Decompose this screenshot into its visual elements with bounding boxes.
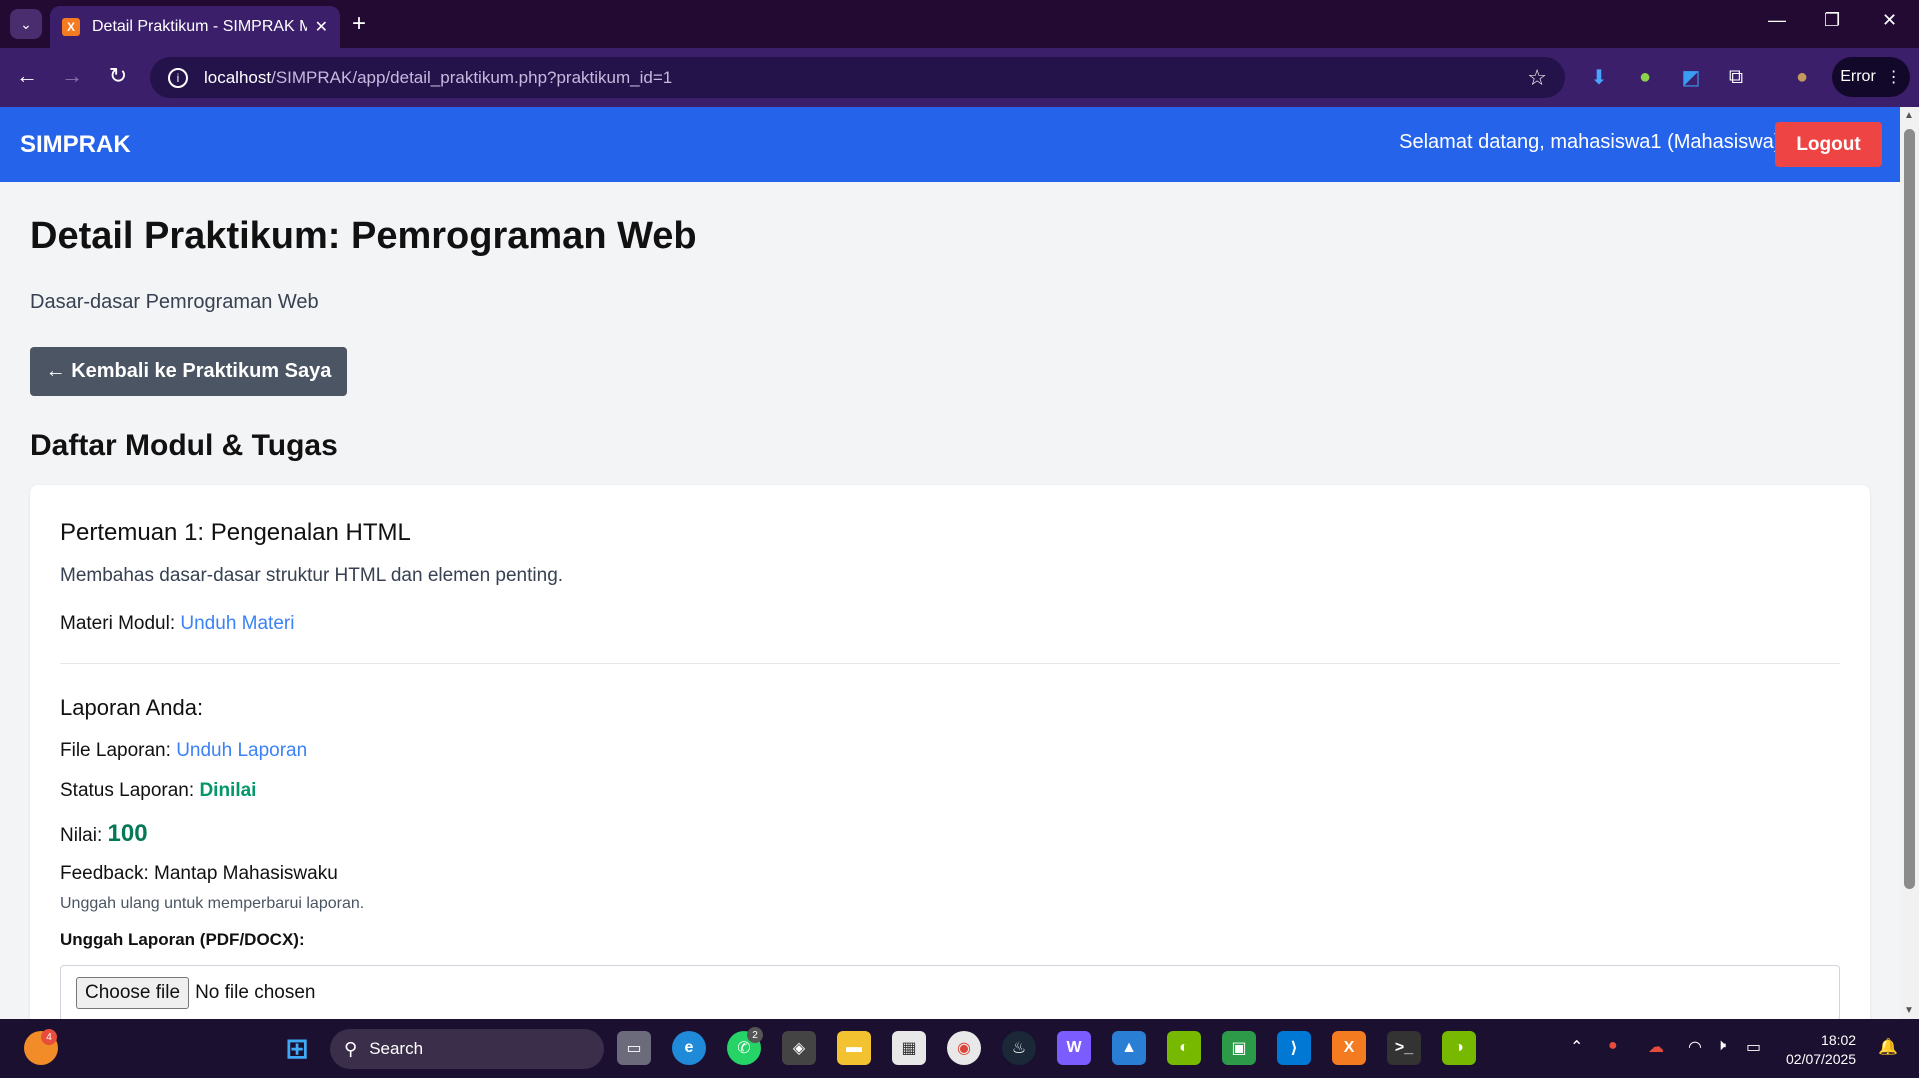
taskbar-clock[interactable]: 18:02 02/07/2025 — [1786, 1031, 1856, 1069]
volume-muted-icon[interactable]: 🕨 — [1716, 1037, 1726, 1055]
page-scrollbar[interactable]: ▲ ▼ — [1900, 107, 1919, 1019]
url-text: localhost/SIMPRAK/app/detail_praktikum.p… — [204, 67, 673, 87]
edge-browser-icon[interactable]: e — [672, 1031, 706, 1065]
extensions-puzzle-icon[interactable]: ⧉ — [1722, 63, 1750, 91]
address-bar[interactable]: i localhost/SIMPRAK/app/detail_praktikum… — [150, 57, 1565, 98]
windows-start-icon[interactable]: ⊞ — [280, 1031, 314, 1065]
divider — [60, 663, 1840, 664]
feedback-row: Feedback: Mantap Mahasiswaku — [60, 863, 338, 885]
extension-arrow-icon[interactable]: ◩ — [1677, 63, 1705, 91]
feedback-label: Feedback: — [60, 863, 149, 884]
minecraft-icon[interactable]: ▣ — [1222, 1031, 1256, 1065]
download-icon[interactable]: ⬇ — [1585, 63, 1613, 91]
nvidia-app-icon[interactable]: ◑ — [1442, 1031, 1476, 1065]
profile-error-button[interactable]: Error ⋮ — [1832, 57, 1910, 97]
back-to-praktikum-button[interactable]: ← Kembali ke Praktikum Saya — [30, 347, 347, 396]
materi-row: Materi Modul: Unduh Materi — [60, 613, 294, 635]
reload-icon[interactable]: ↻ — [103, 63, 133, 89]
whatsapp-badge: 2 — [747, 1027, 763, 1043]
choose-file-button[interactable]: Choose file — [76, 977, 190, 1009]
logout-button[interactable]: Logout — [1775, 122, 1882, 167]
site-navbar: SIMPRAK Selamat datang, mahasiswa1 (Maha… — [0, 107, 1900, 182]
vscode-icon[interactable]: ⟩ — [1277, 1031, 1311, 1065]
page-viewport: SIMPRAK Selamat datang, mahasiswa1 (Maha… — [0, 107, 1900, 1019]
windows-taskbar: 4 ⊞ ⚲ Search ▭ e ✆ 2 ◈ ▬ ▦ ◉ ♨ W ▲ ◐ ▣ ⟩… — [0, 1019, 1919, 1078]
notification-badge: 4 — [41, 1029, 57, 1045]
notification-bell-icon[interactable]: 🔔 — [1878, 1037, 1898, 1057]
task-view-icon[interactable]: ▭ — [617, 1031, 651, 1065]
taskbar-search[interactable]: ⚲ Search — [330, 1029, 604, 1069]
nilai-value: 100 — [107, 820, 148, 847]
status-row: Status Laporan: Dinilai — [60, 780, 256, 802]
report-heading: Laporan Anda: — [60, 695, 204, 720]
photos-icon[interactable]: ▲ — [1112, 1031, 1146, 1065]
tab-search-button[interactable]: ⌄ — [10, 9, 42, 39]
download-report-link[interactable]: Unduh Laporan — [176, 740, 307, 761]
welcome-text: Selamat datang, mahasiswa1 (Mahasiswa)! — [1399, 131, 1786, 153]
steam-icon[interactable]: ♨ — [1002, 1031, 1036, 1065]
upload-label: Unggah Laporan (PDF/DOCX): — [60, 930, 305, 949]
chevron-down-icon: ⌄ — [20, 15, 32, 32]
chrome-icon[interactable]: ◉ — [947, 1031, 981, 1065]
bookmark-star-icon[interactable]: ☆ — [1527, 65, 1547, 91]
no-file-text: No file chosen — [195, 982, 316, 1003]
feedback-value: Mantap Mahasiswaku — [154, 863, 338, 884]
onedrive-error-icon[interactable]: ☁ — [1648, 1037, 1664, 1057]
browser-tab-bar: ⌄ X Detail Praktikum - SIMPRAK Ma ✕ + — … — [0, 0, 1919, 48]
microsoft-store-icon[interactable]: ▦ — [892, 1031, 926, 1065]
site-brand[interactable]: SIMPRAK — [20, 131, 131, 159]
module-card: Pertemuan 1: Pengenalan HTML Membahas da… — [30, 485, 1870, 1019]
extension-google-icon[interactable]: ● — [1631, 63, 1659, 91]
file-explorer-icon[interactable]: ▬ — [837, 1031, 871, 1065]
nilai-label: Nilai: — [60, 825, 103, 846]
nilai-row: Nilai: 100 — [60, 820, 148, 848]
xampp-icon[interactable]: X — [1332, 1031, 1366, 1065]
show-hidden-icons[interactable]: ⌃ — [1570, 1037, 1583, 1057]
forward-arrow-icon[interactable]: → — [57, 63, 87, 89]
tray-app-icon[interactable]: ● — [1608, 1037, 1618, 1055]
profile-avatar[interactable]: ● — [1788, 63, 1816, 91]
status-label: Status Laporan: — [60, 780, 195, 801]
scroll-up-icon[interactable]: ▲ — [1904, 110, 1914, 121]
battery-icon[interactable]: ▭ — [1746, 1037, 1761, 1057]
nvidia-icon[interactable]: ◐ — [1167, 1031, 1201, 1065]
materi-label: Materi Modul: — [60, 613, 176, 634]
new-tab-button[interactable]: + — [352, 10, 366, 38]
browser-toolbar: ← → ↻ i localhost/SIMPRAK/app/detail_pra… — [0, 48, 1919, 107]
tab-close-icon[interactable]: ✕ — [315, 17, 328, 37]
site-info-icon[interactable]: i — [168, 67, 188, 88]
file-upload-input[interactable]: Choose file No file chosen — [60, 965, 1840, 1019]
scrollbar-thumb[interactable] — [1904, 129, 1915, 889]
page-title: Detail Praktikum: Pemrograman Web — [30, 215, 697, 257]
restore-icon[interactable]: ❐ — [1824, 10, 1840, 31]
scroll-down-icon[interactable]: ▼ — [1904, 1005, 1914, 1016]
download-materi-link[interactable]: Unduh Materi — [180, 613, 294, 634]
menu-kebab-icon: ⋮ — [1885, 69, 1902, 86]
file-report-label: File Laporan: — [60, 740, 171, 761]
window-close-icon[interactable]: ✕ — [1882, 10, 1897, 31]
unity-icon[interactable]: ◈ — [782, 1031, 816, 1065]
wattpad-icon[interactable]: W — [1057, 1031, 1091, 1065]
tab-title: Detail Praktikum - SIMPRAK Ma — [92, 18, 307, 35]
file-report-row: File Laporan: Unduh Laporan — [60, 740, 307, 762]
search-icon: ⚲ — [344, 1038, 358, 1059]
reupload-hint: Unggah ulang untuk memperbarui laporan. — [60, 895, 365, 912]
back-arrow-icon[interactable]: ← — [12, 63, 42, 89]
section-title: Daftar Modul & Tugas — [30, 429, 338, 462]
module-title: Pertemuan 1: Pengenalan HTML — [60, 519, 411, 546]
status-badge: Dinilai — [199, 780, 257, 801]
terminal-icon[interactable]: >_ — [1387, 1031, 1421, 1065]
minimize-icon[interactable]: — — [1768, 10, 1786, 31]
module-description: Membahas dasar-dasar struktur HTML dan e… — [60, 565, 564, 586]
xampp-favicon-icon: X — [62, 18, 80, 36]
browser-tab-active[interactable]: X Detail Praktikum - SIMPRAK Ma ✕ — [50, 6, 340, 48]
wifi-icon[interactable]: ◠ — [1688, 1037, 1702, 1057]
page-subtitle: Dasar-dasar Pemrograman Web — [30, 291, 319, 313]
